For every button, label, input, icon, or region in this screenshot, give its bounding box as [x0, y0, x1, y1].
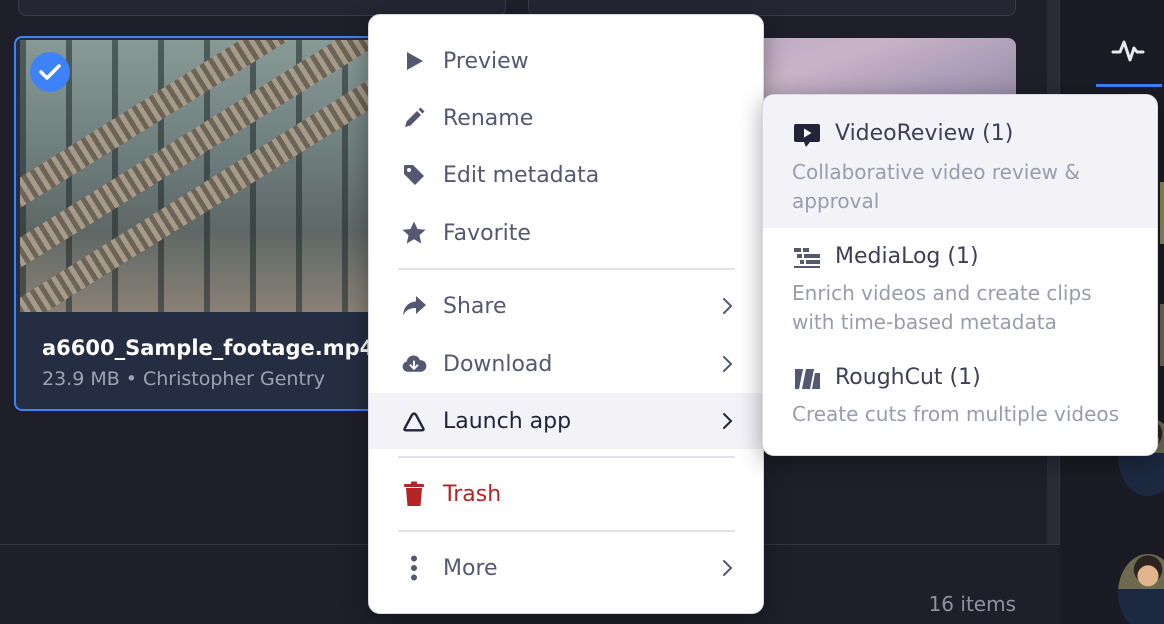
selected-check-icon[interactable]	[30, 52, 70, 92]
star-icon	[401, 220, 427, 246]
context-menu: Preview Rename Edit metadata Favorite Sh…	[368, 14, 764, 614]
app-title: VideoReview (1)	[835, 121, 1014, 146]
asset-owner: Christopher Gentry	[143, 368, 325, 390]
menu-divider	[398, 456, 735, 458]
menu-item-trash[interactable]: Trash	[369, 466, 763, 522]
active-tab-indicator	[1096, 84, 1162, 87]
app-description: Collaborative video review & approval	[792, 160, 1080, 213]
menu-item-edit-metadata[interactable]: Edit metadata	[369, 147, 763, 203]
chevron-right-icon	[721, 296, 735, 316]
chevron-right-icon	[721, 411, 735, 431]
activity-icon[interactable]	[1111, 38, 1145, 68]
trash-icon	[401, 481, 427, 507]
asset-meta: 23.9 MB • Christopher Gentry	[42, 368, 325, 390]
video-review-icon	[792, 123, 822, 149]
menu-item-label: Trash	[443, 481, 502, 507]
app-description: Create cuts from multiple videos	[792, 402, 1120, 426]
menu-item-label: Rename	[443, 105, 534, 131]
launch-app-submenu: VideoReview (1) Collaborative video revi…	[762, 94, 1158, 456]
menu-divider	[398, 268, 735, 270]
app-item-medialog[interactable]: MediaLog (1) Enrich videos and create cl…	[763, 228, 1157, 350]
menu-divider	[398, 530, 735, 532]
app-title: MediaLog (1)	[835, 244, 979, 269]
menu-item-label: Favorite	[443, 220, 531, 246]
launch-app-icon	[401, 408, 427, 434]
item-count: 16 items	[928, 592, 1016, 616]
chevron-right-icon	[721, 558, 735, 578]
panel-thumb-strip	[1160, 304, 1164, 366]
roughcut-icon	[792, 366, 822, 392]
menu-item-download[interactable]: Download	[369, 336, 763, 392]
app-item-videoreview[interactable]: VideoReview (1) Collaborative video revi…	[763, 95, 1157, 228]
menu-item-label: Launch app	[443, 408, 572, 434]
asset-thumbnail	[20, 40, 412, 312]
app-item-roughcut[interactable]: RoughCut (1) Create cuts from multiple v…	[763, 350, 1157, 455]
menu-item-preview[interactable]: Preview	[369, 33, 763, 89]
app-title: RoughCut (1)	[835, 365, 981, 390]
cloud-download-icon	[401, 351, 427, 377]
asset-size: 23.9 MB	[42, 368, 120, 390]
menu-item-label: Download	[443, 351, 553, 377]
meta-separator: •	[125, 368, 137, 390]
menu-item-launch-app[interactable]: Launch app	[369, 393, 763, 449]
app-description: Enrich videos and create clips with time…	[792, 281, 1092, 334]
menu-item-rename[interactable]: Rename	[369, 90, 763, 146]
menu-item-label: Share	[443, 293, 507, 319]
medialog-icon	[792, 245, 822, 271]
panel-thumb-strip	[1160, 182, 1164, 244]
menu-item-favorite[interactable]: Favorite	[369, 205, 763, 261]
asset-filename: a6600_Sample_footage.mp4	[42, 336, 375, 360]
chevron-right-icon	[721, 354, 735, 374]
menu-item-label: Edit metadata	[443, 162, 600, 188]
share-arrow-icon	[401, 293, 427, 319]
menu-item-label: Preview	[443, 48, 529, 74]
asset-card-selected[interactable]: a6600_Sample_footage.mp4 23.9 MB • Christo…	[14, 36, 414, 411]
menu-item-share[interactable]: Share	[369, 278, 763, 334]
tag-icon	[401, 162, 427, 188]
more-vertical-icon	[401, 555, 427, 581]
menu-item-more[interactable]: More	[369, 540, 763, 596]
pencil-icon	[401, 105, 427, 131]
menu-item-label: More	[443, 555, 498, 581]
play-icon	[401, 48, 427, 74]
